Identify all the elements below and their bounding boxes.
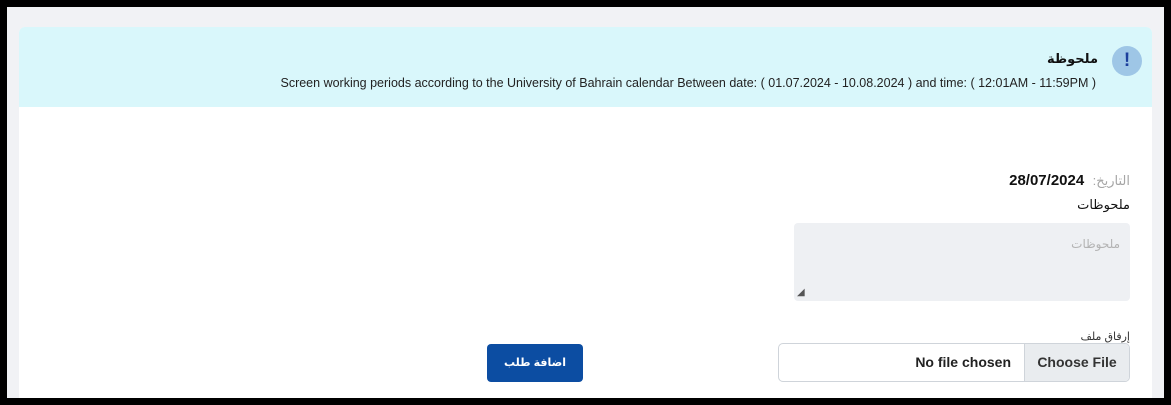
alert-title: ملحوظة [1046, 51, 1098, 66]
add-request-button[interactable]: اضافة طلب [487, 344, 583, 382]
notes-placeholder: ملحوظات [1071, 237, 1120, 251]
main-card: ! ملحوظة Screen working periods accordin… [19, 27, 1152, 398]
date-value: 28/07/2024 [1009, 172, 1085, 189]
attach-file-label: إرفاق ملف [1080, 331, 1131, 343]
resize-handle-icon[interactable]: ◢ [797, 288, 805, 298]
date-label: التاريخ: [1092, 173, 1130, 188]
choose-file-button[interactable]: Choose File [1024, 344, 1129, 381]
file-status: No file chosen [915, 354, 1011, 370]
notice-alert: ! ملحوظة Screen working periods accordin… [19, 27, 1152, 107]
date-row: التاريخ: 28/07/2024 [1009, 172, 1130, 190]
notes-label: ملحوظات [1077, 197, 1130, 212]
window-frame: ! ملحوظة Screen working periods accordin… [7, 7, 1164, 398]
notes-textarea[interactable]: ملحوظات ◢ [794, 223, 1130, 301]
exclamation-icon: ! [1112, 46, 1142, 76]
alert-message: Screen working periods according to the … [280, 76, 1096, 90]
file-input[interactable]: Choose File No file chosen [778, 343, 1130, 382]
